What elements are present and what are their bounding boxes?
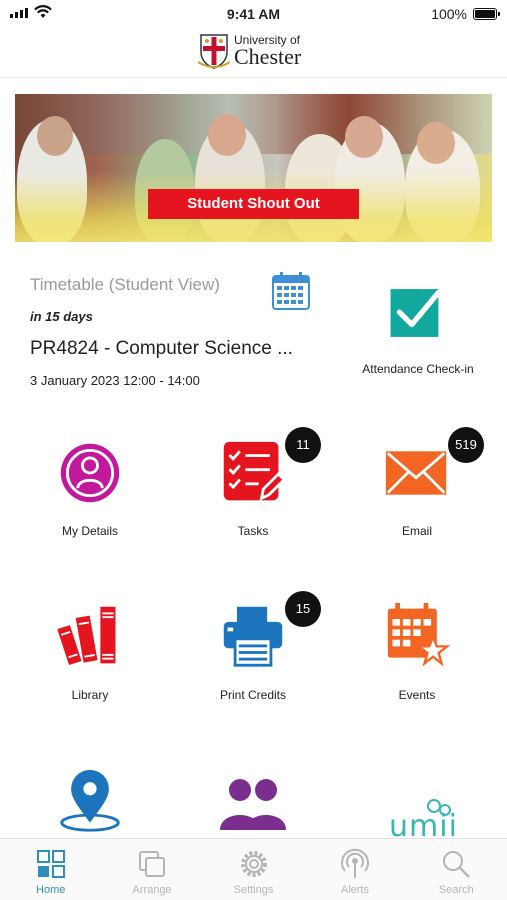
tab-home[interactable]: Home [0,839,101,900]
print-credits-badge: 15 [285,591,321,627]
print-credits-tile[interactable]: Print Credits 15 [183,591,323,702]
tab-search-label: Search [438,884,474,896]
home-grid-icon [36,850,65,878]
bottom-tab-bar: Home Arrange Settings Alerts Search [0,838,507,900]
tab-search[interactable]: Search [406,839,507,900]
library-label: Library [71,688,109,702]
tasks-count-badge: 11 [285,427,321,463]
app-header: University of Chester [0,28,507,78]
student-shout-out-button[interactable]: Student Shout Out [148,189,359,219]
search-icon [443,851,471,878]
timetable-title: Timetable (Student View) [30,275,220,294]
tab-settings[interactable]: Settings [203,839,304,900]
printer-icon [223,606,283,667]
location-pin-icon [60,769,120,832]
tab-arrange-label: Arrange [132,884,172,896]
battery-percentage: 100% [431,6,467,22]
timetable-date: 3 January 2023 12:00 - 14:00 [30,373,200,388]
people-group-icon [220,779,286,830]
logo-line2: Chester [234,44,302,69]
person-icon [60,443,120,503]
status-bar: 9:41 AM 100% [0,0,507,28]
groups-tile[interactable] [183,772,323,847]
tab-alerts-label: Alerts [340,884,369,896]
campus-map-tile[interactable] [20,768,160,839]
battery-icon [473,8,500,20]
email-tile[interactable]: Email 519 [347,427,487,538]
tab-home-label: Home [36,884,66,896]
my-details-label: My Details [61,524,118,538]
checkmark-icon [390,289,442,337]
tab-settings-label: Settings [233,884,274,896]
gear-icon [240,851,267,877]
task-checklist-icon [223,441,287,502]
events-calendar-icon [387,603,451,667]
timetable-module: PR4824 - Computer Science ... [30,338,293,359]
umii-tile[interactable]: umii [347,795,487,844]
events-label: Events [398,688,436,702]
tab-arrange[interactable]: Arrange [101,839,202,900]
email-count-badge: 519 [448,427,484,463]
arrange-icon [139,851,166,877]
umii-logo: umii [367,795,467,844]
my-details-tile[interactable]: My Details [20,440,160,538]
books-icon [57,606,116,666]
timetable-relative-time: in 15 days [30,309,93,324]
tab-alerts[interactable]: Alerts [304,839,405,900]
broadcast-icon [340,848,369,878]
calendar-icon [272,272,310,310]
email-label: Email [401,524,432,538]
library-tile[interactable]: Library [20,603,160,702]
tasks-tile[interactable]: Tasks 11 [183,427,323,538]
attendance-check-in-tile[interactable]: Attendance Check-in [348,282,488,376]
envelope-icon [385,451,447,495]
events-tile[interactable]: Events [347,603,487,702]
student-shout-out-banner[interactable]: Student Shout Out [15,94,492,242]
timetable-widget[interactable]: Timetable (Student View) in 15 days PR48… [30,272,330,392]
print-credits-label: Print Credits [219,688,287,702]
university-crest-icon [198,34,230,69]
attendance-check-in-label: Attendance Check-in [362,362,474,376]
university-logo: University of Chester [198,32,301,70]
tasks-label: Tasks [237,524,269,538]
